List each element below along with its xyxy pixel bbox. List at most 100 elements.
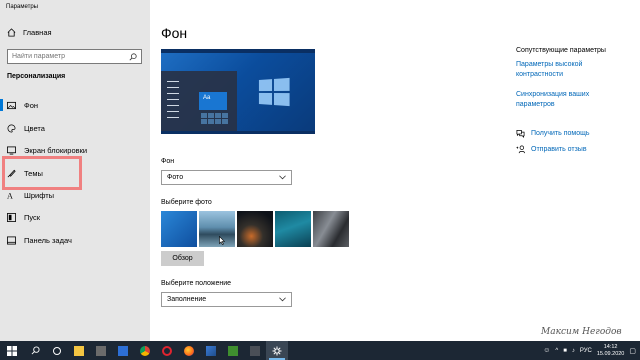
- taskbar-app-files[interactable]: [244, 341, 266, 360]
- home-icon: [7, 28, 16, 37]
- palette-icon: [7, 124, 16, 132]
- dropdown-value: Фото: [167, 174, 184, 181]
- windows-start-icon: [7, 345, 17, 356]
- page-title: Фон: [161, 25, 188, 41]
- sidebar-item-label: Шрифты: [24, 190, 55, 200]
- sidebar-item-label: Панель задач: [24, 235, 72, 245]
- network-icon[interactable]: ■: [563, 348, 567, 354]
- mail-icon: [96, 345, 106, 356]
- volume-icon[interactable]: ♪: [572, 348, 575, 354]
- search-input[interactable]: [12, 53, 122, 60]
- start-icon: [7, 212, 16, 222]
- clock-date: 15.09.2020: [596, 350, 625, 357]
- language-indicator[interactable]: РУС: [580, 348, 592, 354]
- photo-thumbnail-5[interactable]: [313, 211, 349, 247]
- get-help-label: Получить помощь: [531, 130, 590, 137]
- taskbar-icon: [7, 235, 16, 245]
- taskbar-app-settings[interactable]: [266, 341, 288, 360]
- clock[interactable]: 14:12 15.09.2020: [597, 344, 625, 358]
- taskbar: ☺ ^ ■ ♪ РУС 14:12 15.09.2020 ▢: [0, 341, 640, 360]
- media-icon: [228, 345, 238, 356]
- taskbar-app-mail[interactable]: [90, 341, 112, 360]
- taskbar-app-explorer[interactable]: [68, 341, 90, 360]
- photo-gallery: [161, 211, 349, 247]
- picture-icon: [7, 101, 16, 109]
- sidebar-item-background[interactable]: Фон: [0, 95, 150, 115]
- send-feedback-label: Отправить отзыв: [531, 146, 587, 153]
- sidebar-item-label: Пуск: [24, 212, 41, 222]
- sidebar-item-colors[interactable]: Цвета: [0, 118, 150, 138]
- system-tray: ☺ ^ ■ ♪ РУС 14:12 15.09.2020 ▢: [543, 341, 640, 360]
- settings-window: Параметры Главная Персонализация Фон: [0, 0, 640, 341]
- taskbar-app-media[interactable]: [222, 341, 244, 360]
- taskbar-app-photos[interactable]: [200, 341, 222, 360]
- search-icon[interactable]: [129, 52, 137, 61]
- files-icon: [250, 345, 260, 356]
- firefox-icon: [184, 345, 194, 356]
- related-settings-title: Сопутствующие параметры: [516, 47, 606, 54]
- preview-taskbar: [161, 131, 315, 134]
- background-type-dropdown[interactable]: Фото: [161, 170, 292, 185]
- sidebar-item-taskbar[interactable]: Панель задач: [0, 230, 150, 250]
- search-box[interactable]: [7, 49, 142, 64]
- taskbar-app-opera[interactable]: [156, 341, 178, 360]
- chrome-icon: [140, 345, 150, 356]
- font-icon: A: [7, 191, 13, 199]
- preview-titlebar: [161, 49, 315, 53]
- watermark-signature: Максим Негодов: [541, 327, 622, 337]
- feedback-icon: [516, 145, 525, 154]
- windows-logo-icon: [258, 77, 290, 107]
- taskbar-app-chrome[interactable]: [134, 341, 156, 360]
- taskbar-app-firefox[interactable]: [178, 341, 200, 360]
- photo-thumbnail-3[interactable]: [237, 211, 273, 247]
- preview-menu-list: [167, 81, 179, 123]
- photos-icon: [206, 345, 216, 356]
- taskbar-search-button[interactable]: [24, 341, 46, 360]
- sidebar-item-fonts[interactable]: A Шрифты: [0, 185, 150, 205]
- preview-tile: Aa: [199, 92, 227, 110]
- home-link[interactable]: Главная: [7, 28, 52, 37]
- background-label: Фон: [161, 158, 175, 165]
- browse-button[interactable]: Обзор: [161, 251, 204, 266]
- send-feedback-link[interactable]: Отправить отзыв: [516, 145, 587, 154]
- section-title: Персонализация: [7, 73, 66, 80]
- gear-icon: [272, 346, 282, 355]
- position-dropdown[interactable]: Заполнение: [161, 292, 292, 307]
- sidebar-item-label: Экран блокировки: [24, 145, 88, 155]
- task-view-button[interactable]: [46, 341, 68, 360]
- task-view-icon: [53, 346, 61, 355]
- sidebar-item-label: Фон: [24, 100, 39, 110]
- window-title: Параметры: [6, 4, 38, 10]
- start-button[interactable]: [0, 341, 24, 360]
- chevron-down-icon: [279, 175, 286, 180]
- taskbar-app-store[interactable]: [112, 341, 134, 360]
- sync-settings-link[interactable]: Синхронизация ваших параметров: [516, 90, 616, 110]
- search-icon: [31, 346, 40, 355]
- preview-tile-grid: [201, 113, 228, 124]
- mouse-cursor-icon: [219, 236, 225, 245]
- sidebar-item-label: Цвета: [24, 123, 45, 133]
- sidebar: Параметры Главная Персонализация Фон: [0, 0, 150, 341]
- notifications-icon[interactable]: ▢: [629, 347, 636, 355]
- svg-text:A: A: [7, 191, 13, 199]
- explorer-icon: [74, 345, 84, 356]
- opera-icon: [162, 345, 172, 356]
- background-preview: Aa: [161, 49, 315, 134]
- photo-thumbnail-2[interactable]: [199, 211, 235, 247]
- photo-thumbnail-1[interactable]: [161, 211, 197, 247]
- store-icon: [118, 345, 128, 356]
- choose-photo-label: Выберите фото: [161, 199, 212, 206]
- high-contrast-link[interactable]: Параметры высокой контрастности: [516, 60, 616, 80]
- photo-thumbnail-4[interactable]: [275, 211, 311, 247]
- clock-time: 14:12: [603, 343, 618, 350]
- sidebar-item-start[interactable]: Пуск: [0, 207, 150, 227]
- help-chat-icon: [516, 129, 525, 138]
- tray-chevron-icon[interactable]: ^: [555, 348, 558, 354]
- position-label: Выберите положение: [161, 280, 232, 287]
- home-label: Главная: [23, 28, 52, 37]
- dropdown-value: Заполнение: [167, 296, 207, 303]
- people-icon[interactable]: ☺: [543, 347, 550, 354]
- lock-screen-icon: [7, 145, 16, 155]
- chevron-down-icon: [279, 297, 286, 302]
- get-help-link[interactable]: Получить помощь: [516, 129, 590, 138]
